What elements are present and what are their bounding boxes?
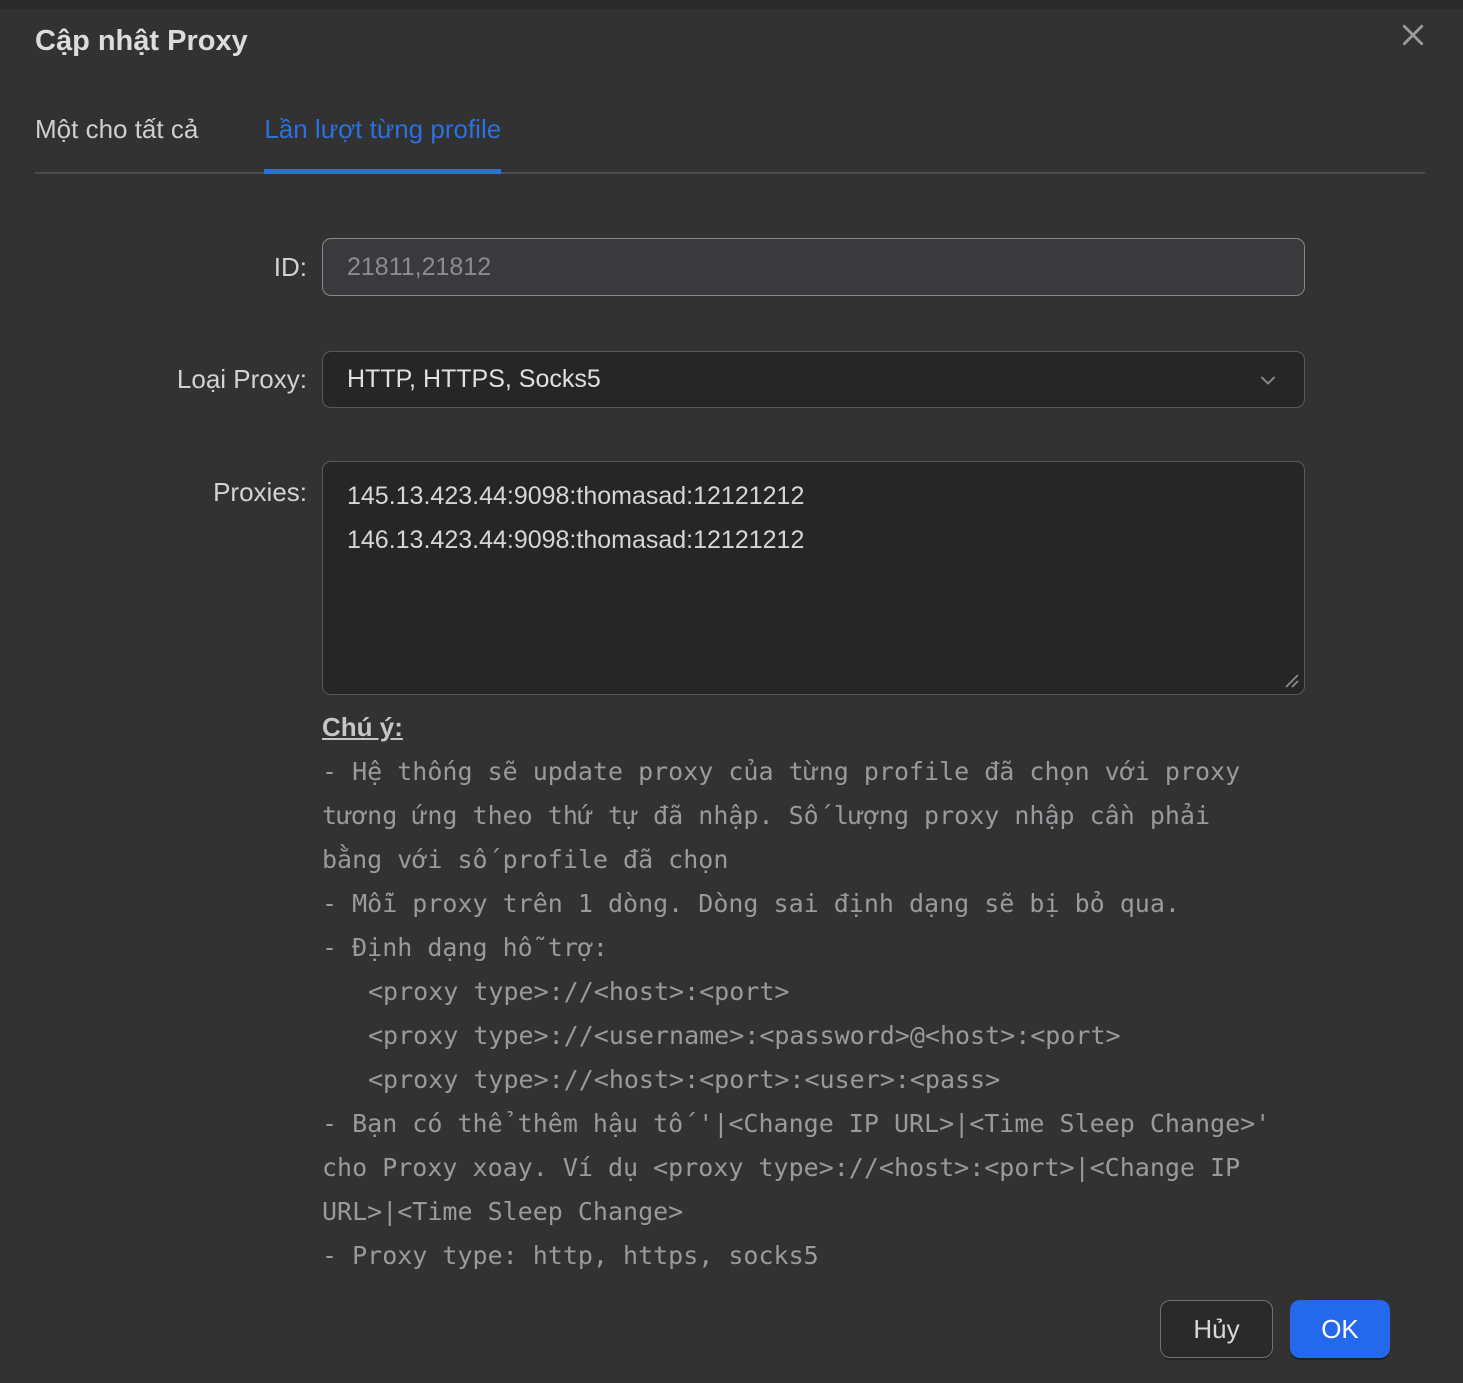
id-label: ID: — [0, 252, 307, 283]
dialog-header: Cập nhật Proxy — [0, 9, 1463, 61]
tab-lan-luot-tung-profile[interactable]: Lần lượt từng profile — [264, 111, 501, 174]
ok-button[interactable]: OK — [1290, 1300, 1390, 1358]
note-item: - Bạn có thể thêm hậu tố '|<Change IP UR… — [322, 1102, 1277, 1234]
close-icon[interactable] — [1391, 13, 1435, 57]
proxy-type-row: Loại Proxy: HTTP, HTTPS, Socks5 — [0, 351, 1463, 408]
note-item: - Proxy type: http, https, socks5 — [322, 1234, 1277, 1278]
note-item: - Mỗi proxy trên 1 dòng. Dòng sai định d… — [322, 882, 1277, 926]
note-item: - Hệ thống sẽ update proxy của từng prof… — [322, 750, 1277, 882]
window-top-edge — [0, 0, 1463, 9]
note-item-format: <proxy type>://<host>:<port>:<user>:<pas… — [322, 1058, 1277, 1102]
dialog-title: Cập nhật Proxy — [35, 21, 1428, 61]
chevron-down-icon — [1256, 368, 1280, 392]
proxies-label: Proxies: — [0, 461, 307, 508]
notes-section: Chú ý: - Hệ thống sẽ update proxy của từ… — [322, 708, 1277, 1278]
tab-bar: Một cho tất cả Lần lượt từng profile — [35, 111, 1425, 174]
proxies-row: Proxies: 145.13.423.44:9098:thomasad:121… — [0, 461, 1463, 695]
tab-mot-cho-tat-ca[interactable]: Một cho tất cả — [35, 111, 198, 172]
notes-heading: Chú ý: — [322, 708, 403, 746]
dialog-footer: Hủy OK — [0, 1300, 1390, 1358]
proxies-textarea[interactable]: 145.13.423.44:9098:thomasad:12121212 146… — [322, 461, 1305, 695]
id-row: ID: — [0, 238, 1463, 296]
proxy-type-label: Loại Proxy: — [0, 364, 307, 395]
proxy-type-selected-value: HTTP, HTTPS, Socks5 — [347, 365, 601, 394]
cancel-button[interactable]: Hủy — [1160, 1300, 1273, 1358]
note-item-format: <proxy type>://<username>:<password>@<ho… — [322, 1014, 1277, 1058]
note-item: - Định dạng hỗ trợ: — [322, 926, 1277, 970]
id-input — [322, 238, 1305, 296]
proxy-type-select[interactable]: HTTP, HTTPS, Socks5 — [322, 351, 1305, 408]
close-x-glyph — [1398, 20, 1428, 50]
note-item-format: <proxy type>://<host>:<port> — [322, 970, 1277, 1014]
